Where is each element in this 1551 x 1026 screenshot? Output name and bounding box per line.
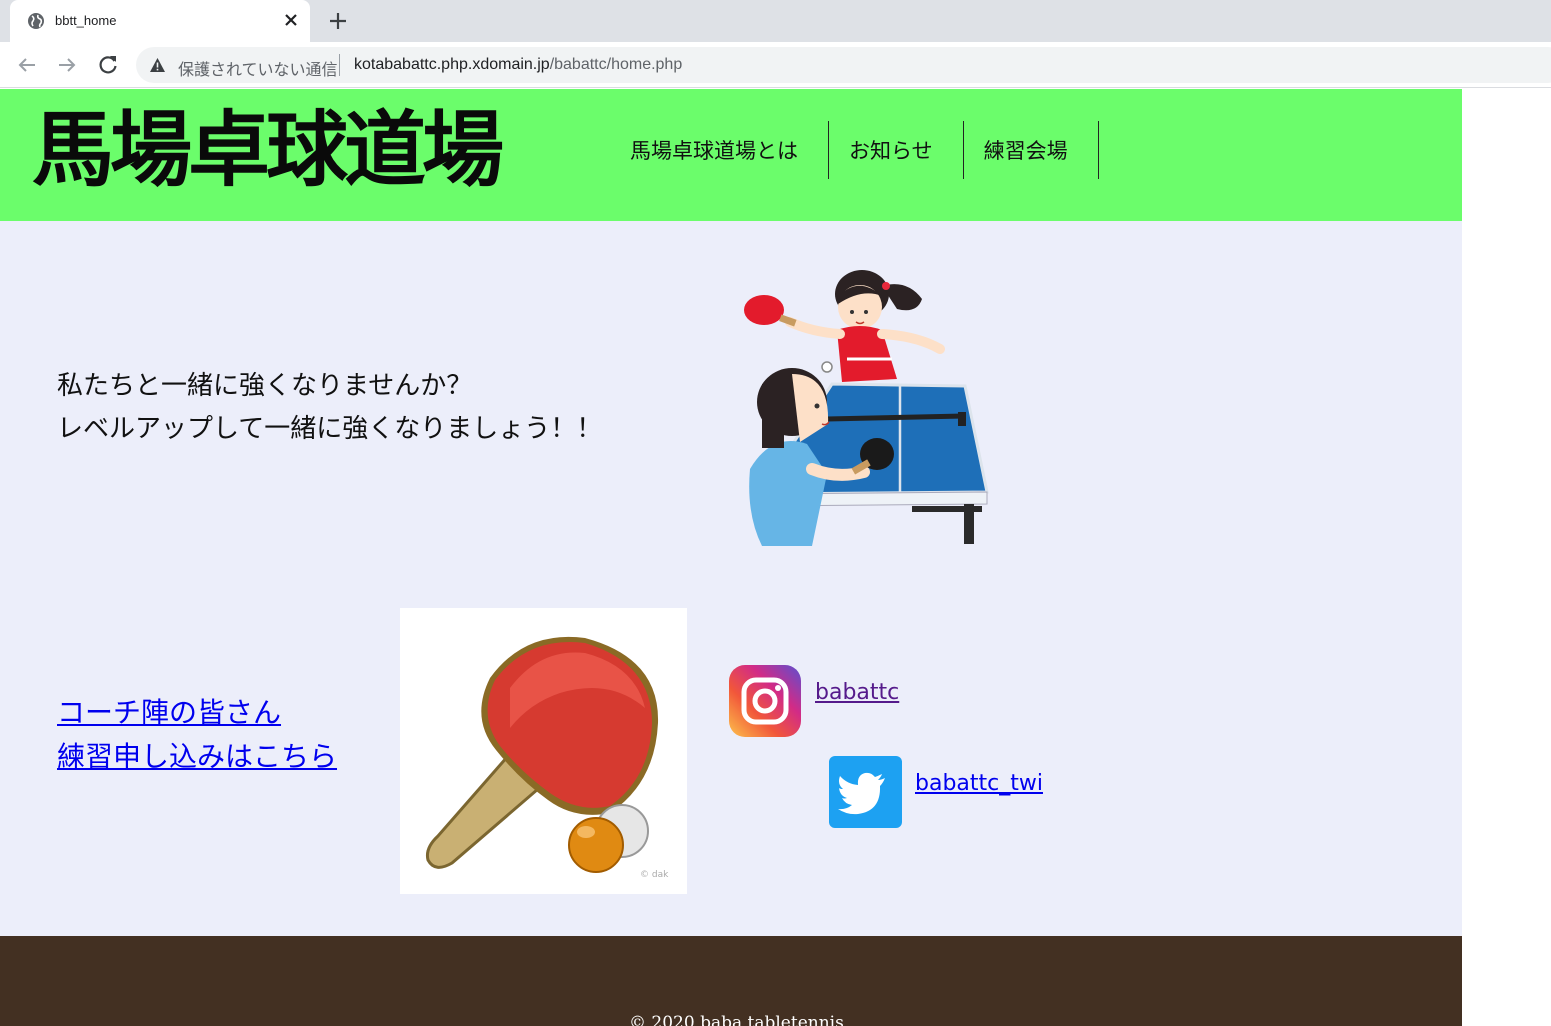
- url-text[interactable]: kotababattc.php.xdomain.jp/babattc/home.…: [354, 56, 682, 74]
- forward-arrow-icon[interactable]: [55, 53, 79, 77]
- nav-item-news[interactable]: お知らせ: [829, 121, 964, 179]
- new-tab-icon[interactable]: [326, 9, 350, 33]
- warning-icon[interactable]: [149, 57, 166, 73]
- table-tennis-players-illustration: [744, 270, 989, 546]
- paddle-and-balls-illustration: [426, 636, 659, 873]
- address-bar[interactable]: 保護されていない通信 kotababattc.php.xdomain.jp/ba…: [136, 47, 1551, 83]
- nav-item-venue[interactable]: 練習会場: [964, 121, 1099, 179]
- back-arrow-icon[interactable]: [15, 53, 39, 77]
- address-separator: [339, 54, 340, 76]
- security-status[interactable]: 保護されていない通信: [178, 56, 338, 80]
- copyright-text: © 2020 baba tabletennis: [629, 1013, 844, 1026]
- image-credit: © dak: [640, 870, 669, 880]
- url-path: /babattc/home.php: [549, 56, 683, 73]
- instagram-icon[interactable]: [729, 665, 801, 737]
- browser-toolbar: 保護されていない通信 kotababattc.php.xdomain.jp/ba…: [0, 42, 1551, 88]
- twitter-handle-link[interactable]: babattc_twi: [915, 771, 1043, 796]
- main-nav: 馬場卓球道場とは お知らせ 練習会場: [610, 121, 1099, 179]
- twitter-icon[interactable]: [829, 756, 902, 828]
- page-viewport: 馬場卓球道場 馬場卓球道場とは お知らせ 練習会場 私たちと一緒に強くなりません…: [0, 89, 1462, 1026]
- coaches-link[interactable]: コーチ陣の皆さん: [57, 691, 337, 735]
- catchphrase: 私たちと一緒に強くなりませんか？ レベルアップして一緒に強くなりましょう！！: [57, 365, 602, 451]
- reload-icon[interactable]: [96, 53, 120, 77]
- globe-icon: [28, 13, 44, 29]
- browser-tab[interactable]: bbtt_home: [10, 0, 310, 42]
- links-block: コーチ陣の皆さん 練習申し込みはこちら: [57, 691, 337, 779]
- tab-title: bbtt_home: [55, 13, 117, 28]
- catchphrase-line-2: レベルアップして一緒に強くなりましょう！！: [57, 414, 603, 444]
- site-title: 馬場卓球道場: [32, 102, 504, 198]
- site-footer: © 2020 baba tabletennis: [0, 936, 1462, 1026]
- practice-signup-link[interactable]: 練習申し込みはこちら: [57, 735, 337, 779]
- instagram-handle-link[interactable]: babattc: [815, 680, 899, 705]
- close-tab-icon[interactable]: [280, 9, 302, 31]
- nav-item-about[interactable]: 馬場卓球道場とは: [610, 121, 829, 179]
- catchphrase-line-1: 私たちと一緒に強くなりませんか？: [57, 371, 473, 401]
- browser-tabstrip: bbtt_home: [0, 0, 1551, 42]
- site-header: 馬場卓球道場 馬場卓球道場とは お知らせ 練習会場: [0, 89, 1462, 221]
- url-host: kotababattc.php.xdomain.jp: [354, 56, 550, 73]
- paddle-image-card: © dak: [400, 608, 687, 894]
